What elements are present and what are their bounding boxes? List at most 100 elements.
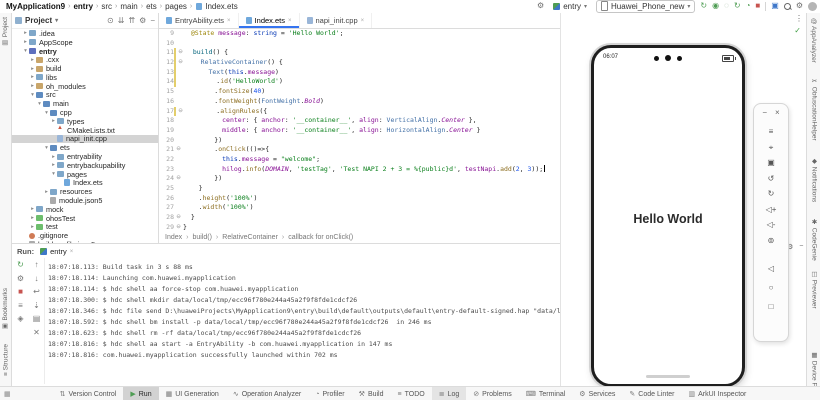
pin-icon[interactable]: ◈ bbox=[17, 312, 23, 326]
locate-file-icon[interactable]: ⊙ bbox=[107, 15, 114, 27]
tab-napi-init-cpp[interactable]: napi_init.cpp× bbox=[300, 13, 373, 28]
tool-strip-device-file-browser[interactable]: ▦ Device File Browser bbox=[810, 351, 818, 386]
pointer-icon[interactable]: ⌖ bbox=[769, 140, 774, 156]
tree-item-build[interactable]: ▸build bbox=[12, 64, 158, 73]
tree-item-resources[interactable]: ▸resources bbox=[12, 187, 158, 196]
breadcrumb-item-main[interactable]: main bbox=[120, 2, 137, 11]
screenshot-icon[interactable]: ▣ bbox=[767, 155, 775, 171]
clear-all-icon[interactable]: ✕ bbox=[33, 326, 40, 340]
tool-strip-app-analyzer[interactable]: @ AppAnalyzer bbox=[810, 18, 817, 63]
tree-item-main[interactable]: ▾main bbox=[12, 99, 158, 108]
tree-item-entryability[interactable]: ▸entryability bbox=[12, 152, 158, 161]
restart-app-icon[interactable]: ↻ bbox=[734, 0, 741, 12]
profiler-icon[interactable]: ◔ bbox=[746, 0, 751, 12]
tree-item-pages[interactable]: ▾pages bbox=[12, 170, 158, 179]
tree-item-ets[interactable]: ▾ets bbox=[12, 143, 158, 152]
tree-item-index-ets[interactable]: Index.ets bbox=[12, 179, 158, 188]
profile-avatar[interactable] bbox=[808, 2, 817, 11]
status-item-terminal[interactable]: ⌨Terminal bbox=[519, 387, 573, 400]
minimize-icon[interactable]: − bbox=[762, 107, 767, 119]
run-tab-entry[interactable]: entry × bbox=[40, 247, 73, 256]
tree-item-entry[interactable]: ▾entry bbox=[12, 47, 158, 56]
tab-entryability-ets[interactable]: EntryAbility.ets× bbox=[159, 13, 239, 28]
tool-strip-bookmarks[interactable]: ▣ Bookmarks bbox=[2, 288, 10, 330]
tree-item-idea[interactable]: ▸.idea bbox=[12, 29, 158, 38]
attach-debugger-icon[interactable]: ◌ bbox=[724, 0, 729, 12]
hide-panel-icon[interactable]: − bbox=[150, 15, 155, 27]
hello-world-text[interactable]: Hello World bbox=[594, 212, 742, 226]
rotate-right-icon[interactable]: ↻ bbox=[768, 186, 775, 202]
run-icon[interactable]: ↻ bbox=[700, 0, 707, 12]
volume-up-icon[interactable]: ◁+ bbox=[766, 202, 777, 218]
stop-icon[interactable]: ■ bbox=[18, 285, 23, 299]
tool-strip-structure[interactable]: ≡ Structure bbox=[2, 344, 10, 376]
emulator-phone[interactable]: 06:07 Hello World bbox=[591, 45, 745, 387]
tree-item-module-json5[interactable]: module.json5 bbox=[12, 196, 158, 205]
status-item-services[interactable]: ⚙Services bbox=[572, 387, 622, 400]
close-icon[interactable]: × bbox=[361, 18, 365, 24]
tree-item-napi-init-cpp[interactable]: napi_init.cpp bbox=[12, 135, 158, 144]
close-icon[interactable]: × bbox=[775, 107, 780, 119]
soft-wrap-icon[interactable]: ↩ bbox=[33, 285, 40, 299]
stop-icon[interactable]: ■ bbox=[755, 0, 760, 12]
status-item-ui-generation[interactable]: ▦UI Generation bbox=[159, 387, 226, 400]
tree-item-entrybackupability[interactable]: ▸entrybackupability bbox=[12, 161, 158, 170]
scroll-to-end-icon[interactable]: ⇣ bbox=[33, 299, 40, 313]
status-item-arkui-inspector[interactable]: ▥ArkUI Inspector bbox=[682, 387, 754, 400]
breadcrumb-item-entry[interactable]: entry bbox=[73, 2, 93, 11]
run-console[interactable]: 18:07:18.113: Build task in 3 s 88 ms18:… bbox=[48, 262, 560, 387]
panel-settings-icon[interactable]: ⚙ bbox=[139, 15, 146, 27]
status-item-log[interactable]: ≣Log bbox=[432, 387, 467, 400]
tree-item-cxx[interactable]: ▸.cxx bbox=[12, 55, 158, 64]
console-options-icon[interactable]: ≡ bbox=[18, 299, 23, 313]
tree-item-gitignore[interactable]: .gitignore bbox=[12, 231, 158, 240]
breadcrumb-item-myapplication9[interactable]: MyApplication9 bbox=[6, 2, 65, 11]
run-config-selector[interactable]: entry ▾ bbox=[549, 1, 591, 12]
tool-strip-previewer[interactable]: ◫ Previewer bbox=[810, 270, 818, 309]
tool-window-switcher-icon[interactable]: ▦ bbox=[0, 390, 15, 398]
editor-breadcrumb-item-callback-for-onclick[interactable]: callback for onClick() bbox=[288, 234, 353, 241]
minimize-icon[interactable]: − bbox=[799, 243, 803, 251]
tree-item-appscope[interactable]: ▸AppScope bbox=[12, 38, 158, 47]
tree-item-types[interactable]: ▸types bbox=[12, 117, 158, 126]
breadcrumb-item-index-ets[interactable]: Index.ets bbox=[205, 2, 237, 11]
close-icon[interactable]: × bbox=[288, 18, 292, 24]
status-item-todo[interactable]: ≡TODO bbox=[391, 387, 432, 400]
back-icon[interactable]: ◁ bbox=[768, 259, 774, 278]
search-everywhere-icon[interactable] bbox=[784, 3, 791, 10]
editor-breadcrumb-item-index[interactable]: Index bbox=[165, 234, 182, 241]
editor-breadcrumb-item-build[interactable]: build() bbox=[192, 234, 211, 241]
print-icon[interactable]: ▤ bbox=[33, 312, 41, 326]
status-item-problems[interactable]: ⊘Problems bbox=[466, 387, 518, 400]
tool-strip-code-genie[interactable]: ✱ CodeGenie bbox=[810, 218, 818, 261]
status-item-version-control[interactable]: ⇅Version Control bbox=[53, 387, 124, 400]
status-item-profiler[interactable]: ◔Profiler bbox=[308, 387, 351, 400]
ide-settings-icon[interactable]: ⚙ bbox=[796, 0, 803, 12]
down-stack-trace-icon[interactable]: ↓ bbox=[35, 272, 39, 286]
recents-icon[interactable]: □ bbox=[769, 297, 774, 316]
tab-index-ets[interactable]: Index.ets× bbox=[239, 13, 300, 28]
breadcrumb-item-src[interactable]: src bbox=[101, 2, 112, 11]
expand-all-icon[interactable]: ⇊ bbox=[118, 15, 125, 27]
editor-breadcrumb-item-relativecontainer[interactable]: RelativeContainer bbox=[222, 234, 278, 241]
toolbar-settings-icon[interactable]: ⚙ bbox=[537, 0, 544, 12]
status-item-run[interactable]: ▶Run bbox=[123, 387, 158, 400]
collapse-all-icon[interactable]: ⇈ bbox=[128, 15, 135, 27]
tool-strip-notifications[interactable]: ◆ Notifications bbox=[810, 157, 818, 202]
device-selector[interactable]: Huawei_Phone_new ▾ bbox=[596, 0, 695, 13]
tool-strip-obfuscation-helper[interactable]: ✂ ObfuscationHelper bbox=[810, 77, 818, 141]
debug-icon[interactable]: ◉ bbox=[712, 0, 719, 12]
tree-item-oh-modules[interactable]: ▸oh_modules bbox=[12, 82, 158, 91]
previewer-menu-icon[interactable]: ⋮ bbox=[795, 14, 803, 23]
breadcrumb-item-ets[interactable]: ets bbox=[146, 2, 157, 11]
rerun-icon[interactable]: ↻ bbox=[17, 258, 24, 272]
tree-item-ohostest[interactable]: ▸ohosTest bbox=[12, 214, 158, 223]
menu-icon[interactable]: ≡ bbox=[769, 124, 774, 140]
code-area[interactable]: 9 @State message: string = 'Hello World'… bbox=[159, 29, 560, 232]
breadcrumb-item-pages[interactable]: pages bbox=[165, 2, 187, 11]
tree-item-test[interactable]: ▸test bbox=[12, 223, 158, 232]
close-icon[interactable]: × bbox=[70, 249, 74, 255]
device-manager-icon[interactable]: ▣ bbox=[771, 0, 779, 12]
tree-item-cpp[interactable]: ▾cpp bbox=[12, 108, 158, 117]
tree-item-src[interactable]: ▾src bbox=[12, 91, 158, 100]
